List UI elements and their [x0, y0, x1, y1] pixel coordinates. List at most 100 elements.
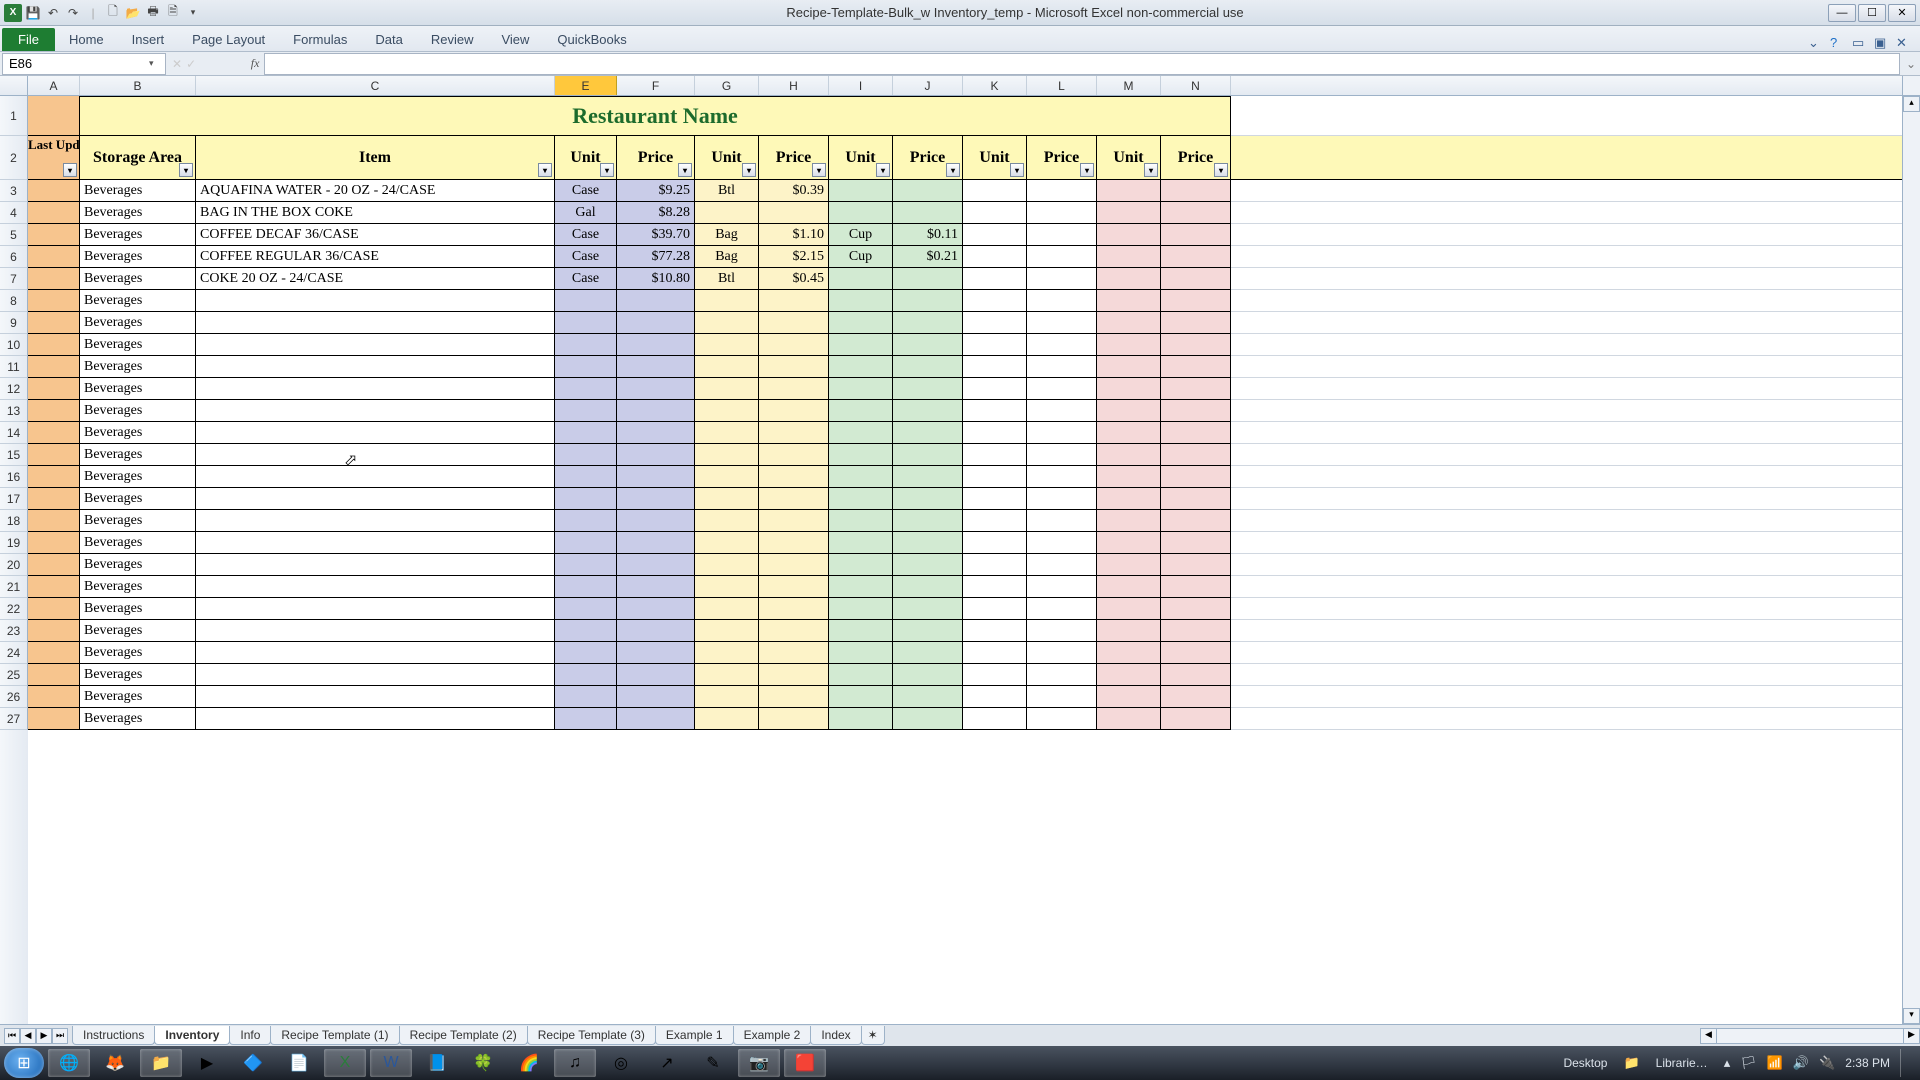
tab-view[interactable]: View — [487, 28, 543, 51]
tab-page-layout[interactable]: Page Layout — [178, 28, 279, 51]
cell[interactable] — [893, 554, 963, 576]
tray-network-icon[interactable]: 📶 — [1767, 1055, 1783, 1071]
header-price[interactable]: Price▾ — [893, 136, 963, 180]
taskbar-app2-icon[interactable]: 📘 — [416, 1049, 458, 1077]
cell[interactable] — [963, 400, 1027, 422]
cell[interactable] — [555, 664, 617, 686]
cell[interactable] — [1027, 642, 1097, 664]
scroll-down-icon[interactable]: ▾ — [1903, 1008, 1920, 1024]
tray-folder-icon[interactable]: 📁 — [1623, 1055, 1639, 1071]
cell[interactable] — [1097, 532, 1161, 554]
start-button[interactable]: ⊞ — [4, 1048, 44, 1078]
sheet-tab[interactable]: Recipe Template (1) — [270, 1026, 399, 1045]
cell[interactable] — [1097, 708, 1161, 730]
cell[interactable] — [28, 356, 80, 378]
filter-dropdown-icon[interactable]: ▾ — [1144, 163, 1158, 177]
cell[interactable] — [617, 290, 695, 312]
cell[interactable]: $0.21 — [893, 246, 963, 268]
cell[interactable] — [1231, 642, 1902, 664]
filter-dropdown-icon[interactable]: ▾ — [538, 163, 552, 177]
cell[interactable] — [1027, 224, 1097, 246]
cell[interactable] — [893, 312, 963, 334]
cell[interactable] — [893, 532, 963, 554]
filter-dropdown-icon[interactable]: ▾ — [179, 163, 193, 177]
cell[interactable] — [963, 664, 1027, 686]
cell[interactable]: Beverages — [80, 686, 196, 708]
filter-dropdown-icon[interactable]: ▾ — [1214, 163, 1228, 177]
cell[interactable] — [196, 466, 555, 488]
cell[interactable] — [695, 290, 759, 312]
cell[interactable]: Btl — [695, 268, 759, 290]
taskbar-app7-icon[interactable]: 🟥 — [784, 1049, 826, 1077]
col-header-g[interactable]: G — [695, 76, 759, 95]
cell[interactable] — [1161, 422, 1231, 444]
cell[interactable] — [196, 532, 555, 554]
cell[interactable] — [555, 642, 617, 664]
cell[interactable] — [555, 378, 617, 400]
cell[interactable] — [695, 202, 759, 224]
cell[interactable] — [759, 576, 829, 598]
row-header[interactable]: 13 — [0, 400, 28, 422]
cell[interactable] — [695, 598, 759, 620]
cell[interactable] — [963, 312, 1027, 334]
header-unit[interactable]: Unit▾ — [829, 136, 893, 180]
cell[interactable] — [555, 686, 617, 708]
cell[interactable] — [695, 356, 759, 378]
cell[interactable] — [963, 202, 1027, 224]
new-icon[interactable]: 🗋 — [104, 4, 122, 22]
cell[interactable] — [893, 620, 963, 642]
cell[interactable] — [28, 96, 80, 136]
cell[interactable] — [1231, 422, 1902, 444]
cell[interactable]: Beverages — [80, 202, 196, 224]
cell[interactable] — [829, 664, 893, 686]
filter-dropdown-icon[interactable]: ▾ — [63, 163, 77, 177]
cell[interactable] — [759, 356, 829, 378]
cell[interactable] — [28, 422, 80, 444]
header-price[interactable]: Price▾ — [1027, 136, 1097, 180]
fx-icon[interactable]: fx — [246, 56, 264, 71]
cell[interactable] — [695, 312, 759, 334]
taskbar-app3-icon[interactable]: 🍀 — [462, 1049, 504, 1077]
row-header[interactable]: 11 — [0, 356, 28, 378]
cell[interactable] — [893, 400, 963, 422]
sheet-prev-icon[interactable]: ◀ — [20, 1028, 36, 1044]
formula-expand-icon[interactable]: ⌄ — [1902, 57, 1920, 71]
cell[interactable] — [1027, 356, 1097, 378]
cell[interactable] — [893, 642, 963, 664]
header-storage-area[interactable]: Storage Area▾ — [80, 136, 196, 180]
name-box[interactable]: ▾ — [2, 53, 166, 75]
cell[interactable] — [1027, 576, 1097, 598]
cell[interactable] — [1097, 356, 1161, 378]
cell[interactable] — [1231, 180, 1902, 202]
cell[interactable]: COFFEE REGULAR 36/CASE — [196, 246, 555, 268]
cell[interactable]: Case — [555, 180, 617, 202]
cell[interactable] — [963, 488, 1027, 510]
cell[interactable] — [1161, 378, 1231, 400]
filter-dropdown-icon[interactable]: ▾ — [600, 163, 614, 177]
row-header[interactable]: 14 — [0, 422, 28, 444]
cell[interactable] — [28, 554, 80, 576]
cell[interactable]: $8.28 — [617, 202, 695, 224]
cell[interactable] — [1231, 400, 1902, 422]
col-header-m[interactable]: M — [1097, 76, 1161, 95]
cell[interactable] — [695, 554, 759, 576]
cell[interactable] — [963, 532, 1027, 554]
cell[interactable] — [829, 356, 893, 378]
cell[interactable] — [1231, 444, 1902, 466]
cell[interactable] — [617, 510, 695, 532]
cell[interactable] — [1161, 620, 1231, 642]
row-header[interactable]: 15 — [0, 444, 28, 466]
cell[interactable] — [1097, 334, 1161, 356]
cell[interactable]: Beverages — [80, 642, 196, 664]
cell[interactable] — [1231, 620, 1902, 642]
save-icon[interactable]: 💾 — [24, 4, 42, 22]
sheet-tab[interactable]: Instructions — [72, 1026, 155, 1045]
cell[interactable] — [1097, 224, 1161, 246]
tab-insert[interactable]: Insert — [118, 28, 179, 51]
cell[interactable] — [1161, 224, 1231, 246]
cell[interactable] — [1027, 686, 1097, 708]
row-header[interactable]: 19 — [0, 532, 28, 554]
header-unit[interactable]: Unit▾ — [1097, 136, 1161, 180]
col-header-k[interactable]: K — [963, 76, 1027, 95]
cell[interactable] — [829, 488, 893, 510]
